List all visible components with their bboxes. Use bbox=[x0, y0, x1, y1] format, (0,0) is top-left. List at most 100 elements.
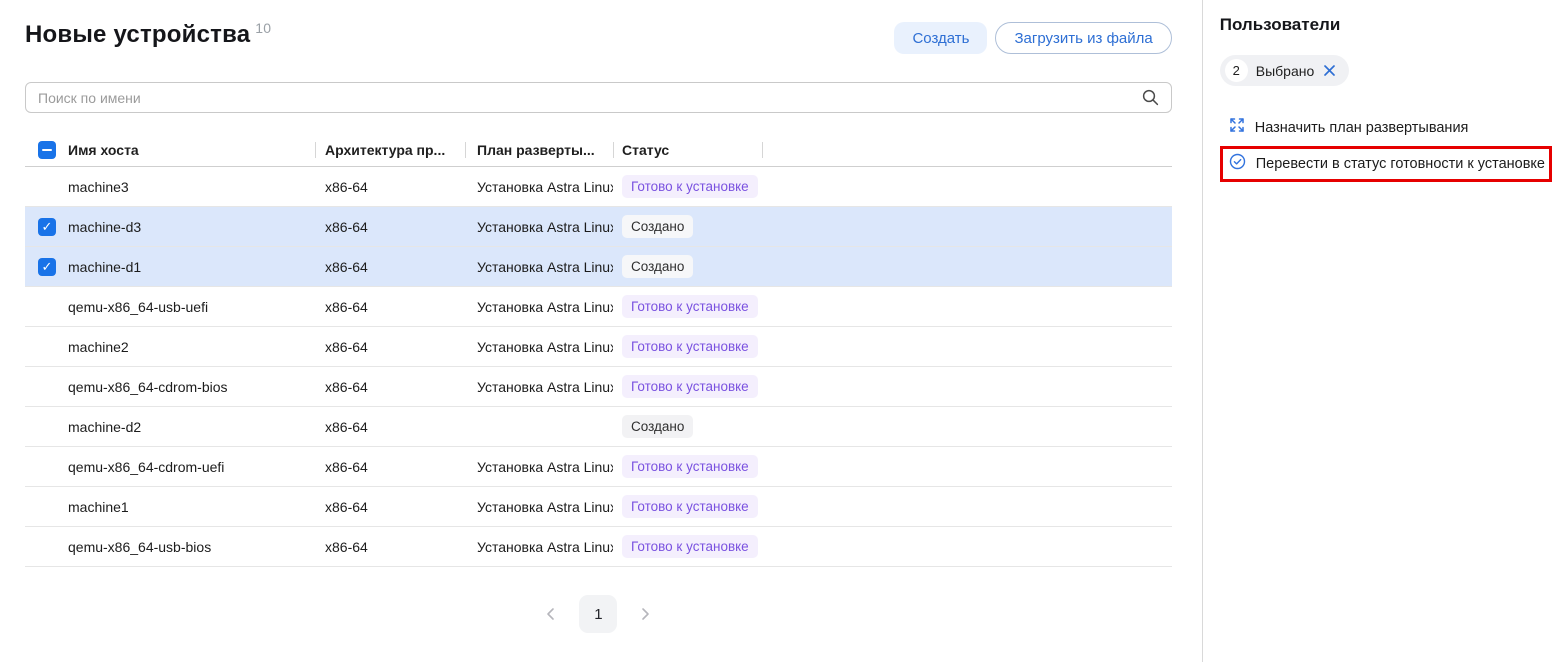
status-badge: Готово к установке bbox=[622, 455, 758, 479]
host-name: qemu-x86_64-usb-bios bbox=[68, 539, 315, 555]
search-input[interactable] bbox=[25, 82, 1172, 113]
users-sidebar: Пользователи 2 Выбрано Назначить план ра… bbox=[1203, 0, 1564, 662]
host-arch: x86-64 bbox=[315, 259, 465, 275]
host-arch: x86-64 bbox=[315, 499, 465, 515]
selection-chip[interactable]: 2 Выбрано bbox=[1220, 55, 1350, 86]
table-row[interactable]: ✓ machine-d3 x86-64 Установка Astra Linu… bbox=[25, 207, 1172, 247]
host-arch: x86-64 bbox=[315, 339, 465, 355]
table-row[interactable]: machine3 x86-64 Установка Astra Linux Го… bbox=[25, 167, 1172, 207]
status-badge: Готово к установке bbox=[622, 295, 758, 319]
main-header: Новые устройства 10 Создать Загрузить из … bbox=[25, 20, 1172, 54]
status-badge: Создано bbox=[622, 215, 693, 239]
status-badge: Создано bbox=[622, 255, 693, 279]
status-badge: Готово к установке bbox=[622, 375, 758, 399]
table-row[interactable]: machine-d2 x86-64 Создано bbox=[25, 407, 1172, 447]
table-row[interactable]: qemu-x86_64-usb-uefi x86-64 Установка As… bbox=[25, 287, 1172, 327]
create-button[interactable]: Создать bbox=[894, 22, 987, 54]
host-arch: x86-64 bbox=[315, 459, 465, 475]
host-plan: Установка Astra Linux bbox=[465, 379, 613, 395]
search-bar bbox=[25, 82, 1172, 113]
selection-label: Выбрано bbox=[1256, 63, 1315, 79]
host-arch: x86-64 bbox=[315, 179, 465, 195]
assign-deployment-plan-action[interactable]: Назначить план развертывания bbox=[1220, 112, 1552, 143]
expand-arrows-icon bbox=[1229, 117, 1245, 138]
host-name: machine3 bbox=[68, 179, 315, 195]
clear-selection-icon[interactable] bbox=[1322, 63, 1337, 78]
app-window: Новые устройства 10 Создать Загрузить из … bbox=[0, 0, 1564, 662]
device-count: 10 bbox=[255, 20, 271, 36]
search-icon[interactable] bbox=[1141, 88, 1160, 112]
row-checkbox-cell[interactable]: ✓ bbox=[25, 258, 68, 276]
set-ready-status-action[interactable]: Перевести в статус готовности к установк… bbox=[1223, 149, 1549, 179]
upload-from-file-button[interactable]: Загрузить из файла bbox=[995, 22, 1171, 54]
host-plan: Установка Astra Linux bbox=[465, 219, 613, 235]
status-cell: Готово к установке bbox=[613, 535, 762, 559]
page-title-text: Новые устройства bbox=[25, 21, 250, 48]
column-header-plan: План разверты... bbox=[465, 133, 613, 166]
status-badge: Создано bbox=[622, 415, 693, 439]
host-name: machine1 bbox=[68, 499, 315, 515]
host-name: machine-d3 bbox=[68, 219, 315, 235]
check-circle-icon bbox=[1229, 153, 1246, 175]
host-arch: x86-64 bbox=[315, 539, 465, 555]
row-checkbox-cell[interactable]: ✓ bbox=[25, 218, 68, 236]
host-plan: Установка Astra Linux bbox=[465, 259, 613, 275]
host-name: qemu-x86_64-usb-uefi bbox=[68, 299, 315, 315]
toolbar: Создать Загрузить из файла bbox=[894, 20, 1171, 54]
pagination: 1 bbox=[25, 595, 1172, 633]
sidebar-title: Пользователи bbox=[1220, 15, 1552, 35]
action-label: Назначить план развертывания bbox=[1255, 120, 1469, 136]
prev-page-button[interactable] bbox=[539, 602, 563, 626]
selection-count: 2 bbox=[1225, 59, 1248, 82]
host-arch: x86-64 bbox=[315, 379, 465, 395]
table-row[interactable]: qemu-x86_64-cdrom-uefi x86-64 Установка … bbox=[25, 447, 1172, 487]
host-plan: Установка Astra Linux bbox=[465, 339, 613, 355]
status-badge: Готово к установке bbox=[622, 335, 758, 359]
status-cell: Готово к установке bbox=[613, 335, 762, 359]
column-header-host: Имя хоста bbox=[68, 133, 315, 166]
host-plan: Установка Astra Linux bbox=[465, 499, 613, 515]
host-name: qemu-x86_64-cdrom-bios bbox=[68, 379, 315, 395]
host-name: machine2 bbox=[68, 339, 315, 355]
host-name: qemu-x86_64-cdrom-uefi bbox=[68, 459, 315, 475]
status-cell: Готово к установке bbox=[613, 495, 762, 519]
page-title: Новые устройства 10 bbox=[25, 20, 271, 49]
devices-table: Имя хоста Архитектура пр... План разверт… bbox=[25, 133, 1172, 567]
host-plan: Установка Astra Linux bbox=[465, 539, 613, 555]
host-name: machine-d1 bbox=[68, 259, 315, 275]
host-plan: Установка Astra Linux bbox=[465, 179, 613, 195]
host-arch: x86-64 bbox=[315, 299, 465, 315]
table-header-row: Имя хоста Архитектура пр... План разверт… bbox=[25, 133, 1172, 167]
row-checkbox[interactable]: ✓ bbox=[38, 258, 56, 276]
status-cell: Готово к установке bbox=[613, 375, 762, 399]
host-arch: x86-64 bbox=[315, 219, 465, 235]
host-name: machine-d2 bbox=[68, 419, 315, 435]
status-cell: Создано bbox=[613, 415, 762, 439]
status-cell: Создано bbox=[613, 215, 762, 239]
host-plan: Установка Astra Linux bbox=[465, 459, 613, 475]
table-row[interactable]: qemu-x86_64-usb-bios x86-64 Установка As… bbox=[25, 527, 1172, 567]
table-row[interactable]: ✓ machine-d1 x86-64 Установка Astra Linu… bbox=[25, 247, 1172, 287]
host-plan: Установка Astra Linux bbox=[465, 299, 613, 315]
column-header-status: Статус bbox=[613, 133, 762, 166]
status-cell: Готово к установке bbox=[613, 295, 762, 319]
red-highlight-annotation: Перевести в статус готовности к установк… bbox=[1220, 146, 1552, 182]
status-cell: Готово к установке bbox=[613, 455, 762, 479]
status-cell: Готово к установке bbox=[613, 175, 762, 199]
table-row[interactable]: qemu-x86_64-cdrom-bios x86-64 Установка … bbox=[25, 367, 1172, 407]
row-checkbox[interactable]: ✓ bbox=[38, 218, 56, 236]
column-header-spacer bbox=[762, 133, 1172, 166]
table-row[interactable]: machine1 x86-64 Установка Astra Linux Го… bbox=[25, 487, 1172, 527]
next-page-button[interactable] bbox=[633, 602, 657, 626]
table-row[interactable]: machine2 x86-64 Установка Astra Linux Го… bbox=[25, 327, 1172, 367]
status-badge: Готово к установке bbox=[622, 495, 758, 519]
host-arch: x86-64 bbox=[315, 419, 465, 435]
bulk-actions: Назначить план развертывания Перевести в… bbox=[1220, 112, 1552, 182]
select-all-checkbox[interactable] bbox=[38, 141, 56, 159]
main-panel: Новые устройства 10 Создать Загрузить из … bbox=[0, 0, 1203, 662]
current-page-button[interactable]: 1 bbox=[579, 595, 617, 633]
column-header-arch: Архитектура пр... bbox=[315, 133, 465, 166]
status-badge: Готово к установке bbox=[622, 175, 758, 199]
status-badge: Готово к установке bbox=[622, 535, 758, 559]
action-label: Перевести в статус готовности к установк… bbox=[1256, 156, 1545, 172]
